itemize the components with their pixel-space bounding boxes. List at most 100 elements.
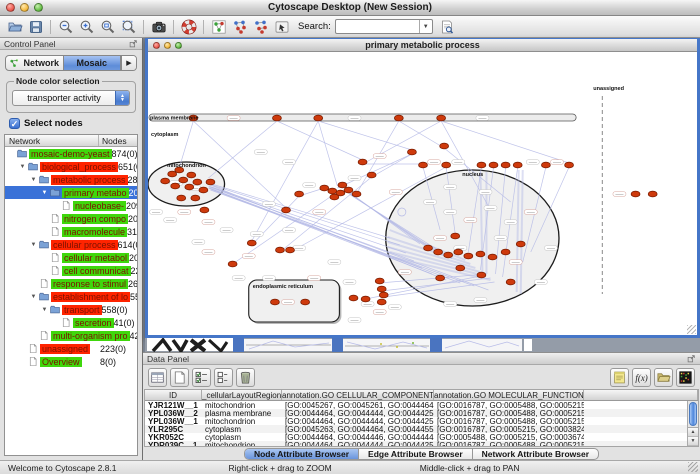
expand-arrow-icon[interactable]: ▼ [29,242,38,248]
graph-edge[interactable] [337,154,412,188]
graph-node[interactable] [361,296,370,302]
graph-node[interactable] [314,115,323,121]
table-cell[interactable]: YDR039C__1 [145,441,202,447]
graph-node[interactable] [179,177,188,183]
graph-node[interactable] [191,195,200,201]
tree-row[interactable]: ▼cell communicat22(0) [5,264,137,277]
expand-arrow-icon[interactable]: ▼ [18,164,27,170]
graph-node[interactable] [199,187,208,193]
graph-node[interactable] [440,143,449,149]
advanced-search-button[interactable] [438,17,457,36]
open-file-button[interactable] [5,17,24,36]
graph-node[interactable] [437,115,446,121]
tree-row[interactable]: ▼cellular metabol209(0) [5,251,137,264]
tree-row[interactable]: ▼establishment of lo558(0) [5,290,137,303]
column-header[interactable]: annotation.GO MOLECULAR_FUNCTION [434,390,584,400]
tree-row[interactable]: ▼transport558(0) [5,303,137,316]
graph-node[interactable] [301,299,310,305]
tab-mosaic[interactable]: Mosaic [64,56,122,70]
graph-node[interactable] [171,183,180,189]
dropdown-stepper-icon[interactable]: ▲▼ [115,90,129,106]
graph-node[interactable] [276,247,285,253]
graph-node[interactable] [407,149,416,155]
graph-node[interactable] [379,292,388,298]
graph-node[interactable] [565,162,574,168]
scrollbar-thumb[interactable] [689,402,697,426]
graph-node[interactable] [419,162,428,168]
graph-node[interactable] [454,249,463,255]
zoom-out-button[interactable] [56,17,75,36]
table-scrollbar[interactable]: ▲ ▼ [687,401,698,446]
network-view-window[interactable]: primary metabolic process plasma membran… [145,38,700,338]
graph-node[interactable] [489,162,498,168]
graph-node[interactable] [282,207,291,213]
plasma-membrane-region[interactable] [149,114,576,121]
graph-node[interactable] [442,162,451,168]
graph-node[interactable] [349,295,358,301]
float-panel-icon[interactable] [687,354,696,363]
network-from-selection-edges-button[interactable] [251,17,270,36]
graph-node[interactable] [228,261,237,267]
graph-node[interactable] [501,162,510,168]
graph-node[interactable] [424,245,433,251]
expand-arrow-icon[interactable]: ▼ [40,190,49,196]
graph-node[interactable] [367,172,376,178]
column-header[interactable]: _cellularLayoutRegion [202,390,282,400]
delete-attribute-button[interactable] [236,368,255,387]
table-cell[interactable]: [GO:0044464, GO:0044444, GO:0044425, G..… [282,441,434,447]
expand-arrow-icon[interactable]: ▼ [29,294,38,300]
tree-column-nodes[interactable]: Nodes [99,136,137,146]
tree-row[interactable]: ▼cellular process614(0) [5,238,137,251]
help-button[interactable] [179,17,198,36]
graph-node[interactable] [394,115,403,121]
function-builder-button[interactable]: f(x) [632,368,651,387]
tab-overflow-button[interactable]: ▶ [121,56,136,70]
graph-node[interactable] [516,241,525,247]
import-attributes-button[interactable] [654,368,673,387]
graph-node[interactable] [187,172,196,178]
node-color-dropdown[interactable]: transporter activity ▲▼ [12,90,130,106]
tree-row[interactable]: ▼Overview8(0) [5,355,137,368]
graph-node[interactable] [506,279,515,285]
network-zoom-button[interactable] [175,42,182,49]
attribute-table-button[interactable] [148,368,167,387]
zoom-in-button[interactable] [77,17,96,36]
tree-row[interactable]: ▼unassigned223(0) [5,342,137,355]
tree-row[interactable]: ▼macromolecule311(0) [5,225,137,238]
zoom-selected-button[interactable] [119,17,138,36]
graph-node[interactable] [247,240,256,246]
graph-node[interactable] [185,184,194,190]
graph-edge[interactable] [399,121,444,148]
graph-node[interactable] [464,253,473,259]
graph-node[interactable] [477,272,486,278]
graph-node[interactable] [161,178,170,184]
graph-node[interactable] [456,265,465,271]
tab-network-attribute-browser[interactable]: Network Attribute Browser [473,449,598,459]
graph-node[interactable] [270,299,279,305]
graph-node[interactable] [434,249,443,255]
graph-node[interactable] [358,159,367,165]
graph-node[interactable] [436,275,445,281]
select-nodes-checkbox[interactable]: ✓ [9,118,20,129]
graph-edge[interactable] [318,121,337,186]
graph-edge[interactable] [318,121,412,150]
graph-node[interactable] [330,194,339,200]
scroll-up-icon[interactable]: ▲ [688,428,698,437]
graph-node[interactable] [451,233,460,239]
graph-node[interactable] [206,179,215,185]
table-cell[interactable]: [GO:0016787, GO:0005488, GO:0005215, G..… [434,441,584,447]
graph-edge[interactable] [179,121,193,168]
tab-node-attribute-browser[interactable]: Node Attribute Browser [245,449,359,459]
tree-row[interactable]: ▼response to stimul264(0) [5,277,137,290]
graph-node[interactable] [338,182,347,188]
expand-arrow-icon[interactable]: ▼ [29,177,38,183]
zoom-fit-button[interactable] [98,17,117,36]
search-dropdown-arrow-icon[interactable]: ▼ [419,19,432,34]
tree-row[interactable]: ▼mosaic-demo-yeast874(0) [5,147,137,160]
zoom-button[interactable] [34,3,43,12]
graph-node[interactable] [648,191,657,197]
graph-node[interactable] [377,286,386,292]
column-header[interactable]: ID [145,390,202,400]
scroll-down-icon[interactable]: ▼ [688,437,698,446]
graph-node[interactable] [377,299,386,305]
